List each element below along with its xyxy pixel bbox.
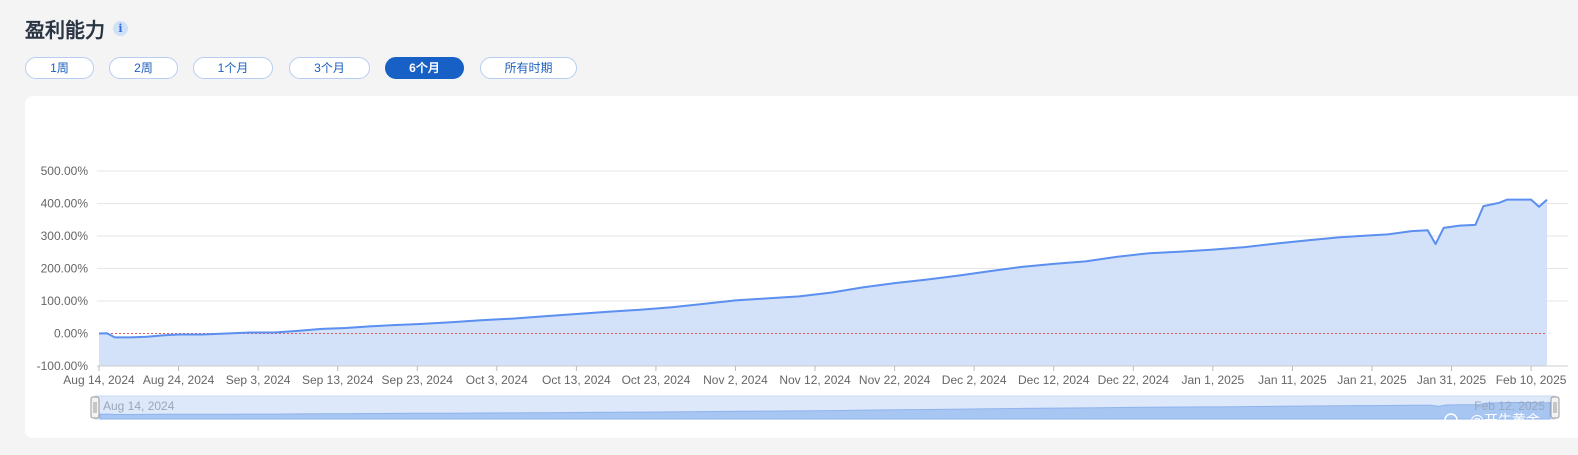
x-tick-label: Aug 14, 2024 [63,373,135,387]
x-tick-label: Jan 1, 2025 [1181,373,1244,387]
y-tick-label: 500.00% [41,164,89,178]
x-tick-label: Sep 13, 2024 [302,373,374,387]
x-tick-label: Feb 10, 2025 [1496,373,1567,387]
x-tick-label: Nov 22, 2024 [859,373,931,387]
x-tick-label: Oct 13, 2024 [542,373,611,387]
x-tick-label: Nov 12, 2024 [779,373,851,387]
x-tick-label: Sep 23, 2024 [382,373,454,387]
x-tick-label: Dec 12, 2024 [1018,373,1090,387]
y-tick-label: 100.00% [41,294,89,308]
x-tick-label: Jan 31, 2025 [1417,373,1487,387]
navigator-left-handle[interactable] [90,396,100,419]
watermark-text: @开牛黄金 [1470,412,1540,429]
x-tick-label: Dec 22, 2024 [1098,373,1170,387]
profit-chart: -100.00% 0.00% 100.00% 200.00% 300.00% 400.00… [37,164,1568,429]
y-tick-label: -100.00% [37,359,89,373]
navigator-right-handle[interactable] [1550,396,1560,419]
navigator-start-label: Aug 14, 2024 [103,399,175,413]
navigator-end-label: Feb 12, 2025 [1474,399,1545,413]
x-tick-label: Oct 23, 2024 [622,373,691,387]
x-tick-label: Aug 24, 2024 [143,373,215,387]
series-area [99,199,1547,366]
x-tick-label: Dec 2, 2024 [942,373,1007,387]
y-tick-label: 400.00% [41,197,89,211]
y-tick-label: 300.00% [41,229,89,243]
x-tick-label: Oct 3, 2024 [466,373,528,387]
x-tick-label: Jan 21, 2025 [1337,373,1407,387]
x-tick-label: Nov 2, 2024 [703,373,768,387]
x-tick-label: Sep 3, 2024 [226,373,291,387]
y-tick-label: 0.00% [54,327,88,341]
y-tick-label: 200.00% [41,262,89,276]
x-tick-label: Jan 11, 2025 [1258,373,1327,387]
